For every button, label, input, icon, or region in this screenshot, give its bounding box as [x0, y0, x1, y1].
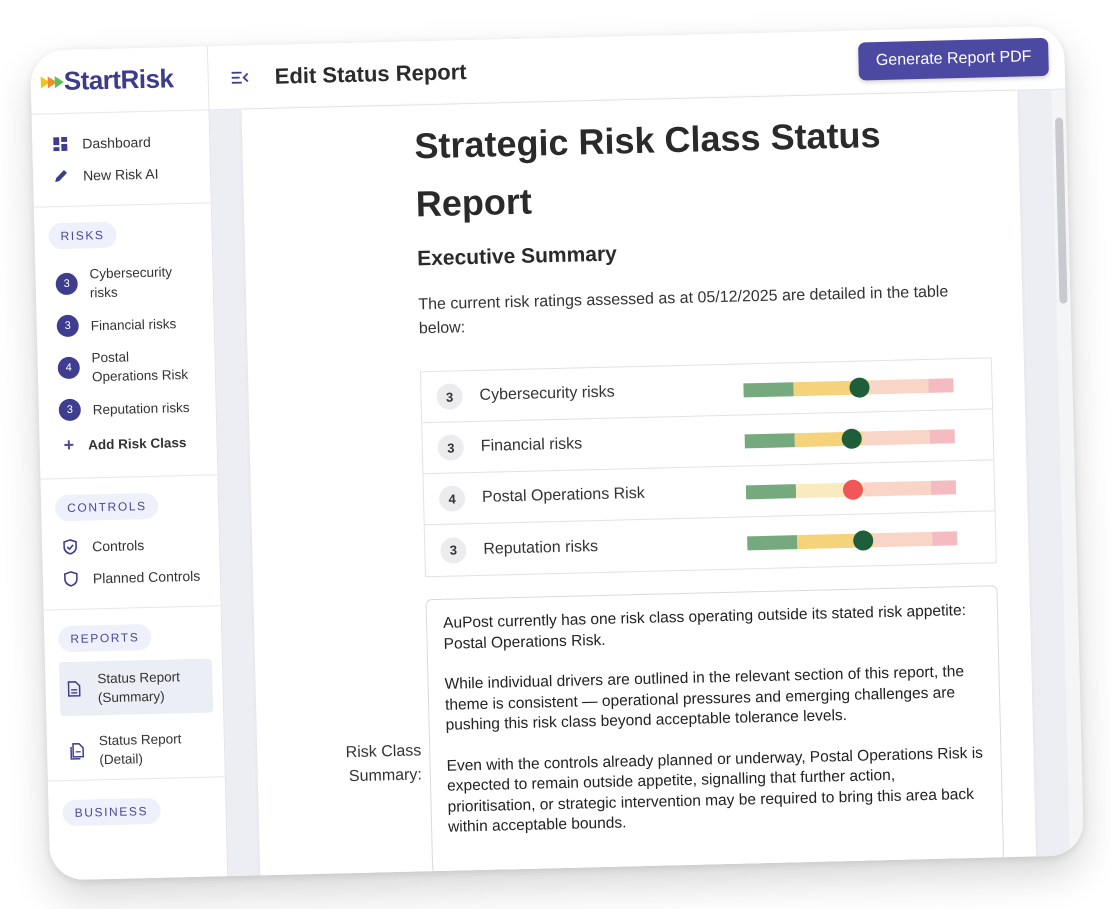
- sidebar-item-label: Controls: [91, 537, 145, 555]
- generate-report-pdf-button[interactable]: Generate Report PDF: [858, 37, 1049, 81]
- sidebar-item-status-report-detail[interactable]: Status Report (Detail): [60, 720, 214, 778]
- risk-rating-badge: 3: [437, 434, 465, 461]
- risk-row-label: Cybersecurity risks: [479, 383, 615, 404]
- page-title: Edit Status Report: [274, 58, 467, 89]
- risk-gauge: [743, 377, 954, 398]
- collapse-menu-icon[interactable]: [231, 70, 249, 84]
- risk-rating-badge: 3: [58, 398, 82, 422]
- reports-heading: REPORTS: [58, 623, 152, 653]
- stage: StartRisk Dashboard New Risk AI RISKS 3 …: [0, 0, 1111, 909]
- add-risk-class-button[interactable]: + Add Risk Class: [53, 424, 207, 465]
- report-page: Strategic Risk Class Status Report Execu…: [241, 90, 1037, 881]
- gauge-marker: [852, 530, 873, 551]
- sidebar-item-controls[interactable]: Controls: [56, 528, 210, 564]
- risk-rating-badge: 3: [56, 314, 80, 338]
- risk-row-label: Reputation risks: [483, 537, 599, 558]
- sidebar: StartRisk Dashboard New Risk AI RISKS 3 …: [30, 46, 229, 881]
- dashboard-icon: [52, 136, 68, 152]
- documents-icon: [69, 742, 85, 760]
- gauge-segment: [745, 484, 797, 500]
- main-nav: Dashboard New Risk AI: [31, 110, 211, 208]
- gauge-segment: [747, 535, 798, 551]
- scrollbar-thumb[interactable]: [1054, 117, 1068, 304]
- shield-check-icon: [62, 539, 78, 555]
- logo[interactable]: StartRisk: [30, 46, 209, 115]
- logo-mark-icon: [40, 75, 64, 88]
- gauge-segment: [862, 429, 930, 446]
- report-title: Strategic Risk Class Status Report: [413, 114, 882, 225]
- risk-rating-badge: 3: [55, 272, 78, 296]
- summary-textarea[interactable]: AuPost currently has one risk class oper…: [425, 585, 1005, 874]
- plus-icon: +: [63, 434, 75, 456]
- gauge-segment: [930, 480, 957, 495]
- nav-new-risk-ai[interactable]: New Risk AI: [47, 157, 201, 193]
- summary-paragraph: AuPost currently has one risk class oper…: [442, 602, 967, 653]
- risk-rating-table: 3 Cybersecurity risks 3 Financial risks …: [419, 357, 997, 578]
- risk-gauge: [745, 479, 957, 501]
- sidebar-item-label: Status Report (Detail): [98, 731, 182, 768]
- sidebar-item-status-report-summary[interactable]: Status Report (Summary): [58, 658, 214, 717]
- gauge-marker: [842, 479, 864, 501]
- summary-label: Risk Class Summary:: [345, 742, 423, 786]
- intro-text: The current risk ratings assessed as at …: [418, 283, 949, 338]
- risk-rating-badge: 3: [436, 383, 463, 410]
- document-icon: [67, 681, 83, 697]
- sidebar-item-label: Financial risks: [90, 315, 177, 333]
- report-document: Strategic Risk Class Status Report Execu…: [345, 103, 1013, 874]
- gauge-segment: [931, 531, 958, 546]
- sidebar-item-label: Postal Operations Risk: [91, 349, 189, 385]
- sidebar-item-planned-controls[interactable]: Planned Controls: [57, 560, 211, 596]
- risk-rating-badge: 4: [438, 485, 466, 512]
- app-window: StartRisk Dashboard New Risk AI RISKS 3 …: [30, 25, 1084, 881]
- gauge-segment: [869, 378, 929, 395]
- sidebar-item-cybersecurity[interactable]: 3 Cybersecurity risks: [49, 256, 203, 310]
- section-heading: Executive Summary: [416, 242, 618, 271]
- gauge-segment: [873, 531, 933, 548]
- summary-paragraph: While individual drivers are outlined in…: [444, 663, 965, 734]
- controls-section: CONTROLS Controls Planned Controls: [40, 475, 221, 611]
- business-heading: BUSINESS: [62, 797, 161, 827]
- pencil-icon: [53, 168, 69, 184]
- risk-row-label: Financial risks: [480, 435, 583, 455]
- sidebar-item-financial[interactable]: 3 Financial risks: [50, 306, 204, 344]
- gauge-segment: [928, 378, 954, 393]
- gauge-segment: [744, 433, 796, 449]
- add-risk-class-label: Add Risk Class: [87, 435, 187, 453]
- gauge-marker: [841, 428, 863, 450]
- risks-heading: RISKS: [48, 221, 117, 250]
- gauge-segment: [743, 382, 795, 398]
- nav-new-risk-ai-label: New Risk AI: [82, 165, 159, 184]
- sidebar-item-label: Planned Controls: [92, 567, 201, 587]
- risk-class-summary: Risk Class Summary: AuPost currently has…: [345, 585, 1013, 874]
- sidebar-item-label: Status Report (Summary): [97, 669, 181, 706]
- risk-rating-badge: 4: [57, 356, 81, 380]
- risks-section: RISKS 3 Cybersecurity risks 3 Financial …: [33, 203, 218, 480]
- nav-dashboard[interactable]: Dashboard: [46, 125, 200, 161]
- gauge-marker: [848, 377, 870, 398]
- controls-heading: CONTROLS: [54, 492, 159, 522]
- scrollbar[interactable]: [1051, 89, 1084, 856]
- sidebar-item-label: Reputation risks: [92, 399, 190, 417]
- risk-row-label: Postal Operations Risk: [481, 484, 645, 506]
- reports-section: REPORTS Status Report (Summary) Status R…: [44, 606, 226, 827]
- risk-gauge: [744, 428, 955, 450]
- sidebar-item-reputation[interactable]: 3 Reputation risks: [52, 390, 206, 428]
- content-area: Strategic Risk Class Status Report Execu…: [209, 89, 1084, 881]
- shield-icon: [63, 571, 79, 587]
- sidebar-item-label: Cybersecurity risks: [89, 264, 173, 301]
- risk-gauge: [747, 530, 958, 551]
- risk-rating-badge: 3: [440, 536, 467, 564]
- gauge-segment: [929, 429, 955, 444]
- sidebar-item-postal-operations[interactable]: 4 Postal Operations Risk: [51, 340, 205, 394]
- summary-paragraph: Even with the controls already planned o…: [446, 744, 984, 836]
- gauge-segment: [863, 480, 931, 497]
- logo-text: StartRisk: [63, 63, 174, 96]
- nav-dashboard-label: Dashboard: [82, 133, 151, 152]
